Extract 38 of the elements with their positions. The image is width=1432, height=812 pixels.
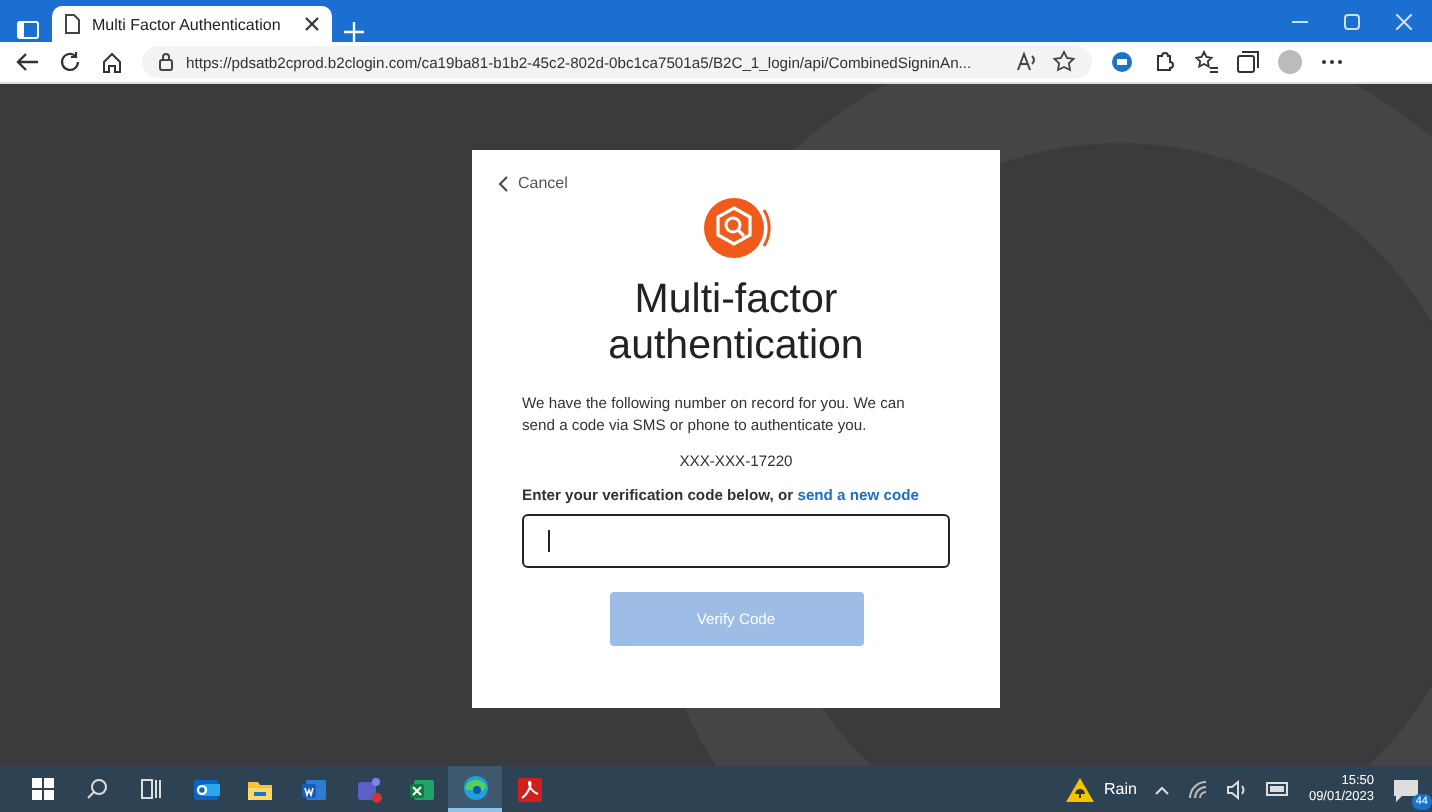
taskbar-app-button[interactable] [448,766,502,812]
shield-search-logo-icon [700,192,772,264]
outlook-icon [191,775,219,803]
sidebar-icon[interactable] [16,18,40,42]
verification-code-field[interactable] [522,514,950,568]
refresh-icon[interactable] [58,50,82,74]
home-icon[interactable] [100,50,124,74]
teams-icon [353,775,381,803]
collections-icon[interactable] [1236,50,1260,74]
more-icon[interactable] [1320,58,1344,66]
puzzle-icon[interactable] [1152,50,1176,74]
maximize-icon[interactable] [1344,13,1360,29]
cancel-link[interactable]: Cancel [498,174,568,192]
favorites-icon[interactable] [1194,50,1218,74]
lock-icon [158,52,174,72]
weather-button[interactable]: Rain [1066,777,1137,801]
battery-icon[interactable] [1266,782,1291,796]
back-icon[interactable] [16,50,40,74]
warning-rain-icon [1066,777,1094,801]
speaker-icon[interactable] [1226,779,1249,799]
search-icon[interactable] [86,778,108,800]
chevron-left-icon [498,175,508,191]
browser-tab[interactable]: Multi Factor Authentication [52,6,332,42]
star-plus-icon[interactable] [1052,50,1076,74]
chevron-up-icon[interactable] [1154,783,1171,795]
windows-start-icon[interactable] [32,778,54,800]
pdf-icon [515,775,543,803]
wifi-icon[interactable] [1188,779,1209,799]
word-icon [299,775,327,803]
task-view-icon[interactable] [139,778,163,800]
excel-icon [407,775,435,803]
page-icon [64,14,80,34]
close-icon[interactable] [304,16,320,32]
page-title: Multi-factor authentication [606,276,866,368]
edge-icon [461,773,489,801]
new-tab-icon[interactable] [344,22,364,42]
message-icon [1392,777,1420,801]
read-aloud-icon[interactable] [1016,52,1040,72]
